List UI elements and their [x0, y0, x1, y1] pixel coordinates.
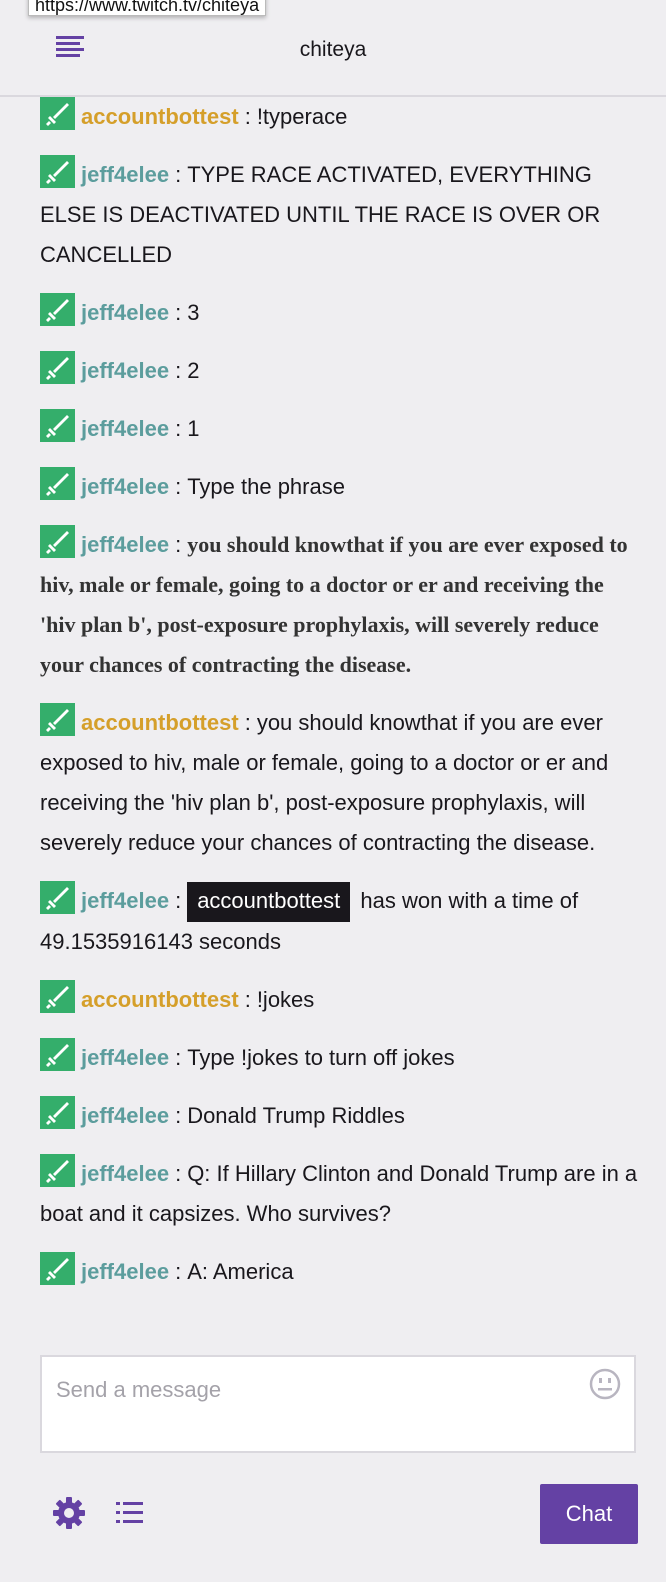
moderator-sword-icon[interactable] — [40, 881, 75, 914]
moderator-sword-icon[interactable] — [40, 467, 75, 500]
chat-input-container — [40, 1355, 636, 1453]
chat-message: jeff4elee: Type the phrase — [40, 467, 640, 507]
chat-username[interactable]: jeff4elee — [81, 416, 169, 441]
chat-colon: : — [244, 987, 251, 1012]
url-tooltip: https://www.twitch.tv/chiteya — [28, 0, 267, 16]
chat-message: jeff4elee: Donald Trump Riddles — [40, 1096, 640, 1136]
chat-message: jeff4elee: you should knowthat if you are… — [40, 525, 640, 685]
chat-send-button[interactable]: Chat — [540, 1484, 638, 1544]
chat-message: jeff4elee:1 — [40, 409, 640, 449]
chat-message: jeff4elee: TYPE RACE ACTIVATED, EVERYTHIN… — [40, 155, 640, 275]
chat-colon: : — [175, 358, 182, 383]
chat-input[interactable] — [42, 1357, 634, 1451]
moderator-sword-icon[interactable] — [40, 980, 75, 1013]
chat-colon: : — [175, 1103, 182, 1128]
chat-message: accountbottest: you should knowthat if yo… — [40, 703, 640, 863]
chat-username[interactable]: jeff4elee — [81, 1103, 169, 1128]
chat-message-text: Type the phrase — [187, 474, 345, 499]
gear-icon[interactable] — [52, 1496, 86, 1530]
chat-colon: : — [175, 416, 182, 441]
chat-username[interactable]: accountbottest — [81, 104, 239, 129]
moderator-sword-icon[interactable] — [40, 155, 75, 188]
channel-title: chiteya — [299, 38, 367, 61]
moderator-sword-icon[interactable] — [40, 293, 75, 326]
chat-mention[interactable]: accountbottest — [187, 882, 351, 922]
chat-colon: : — [175, 888, 182, 913]
chat-message: jeff4elee: accountbottest has won with a … — [40, 881, 640, 962]
chat-username[interactable]: jeff4elee — [81, 888, 169, 913]
moderator-sword-icon[interactable] — [40, 1096, 75, 1129]
emoji-face-icon[interactable] — [588, 1367, 622, 1401]
chat-colon: : — [175, 474, 182, 499]
chat-message-text: A: America — [187, 1259, 294, 1284]
chat-message-text: Type !jokes to turn off jokes — [187, 1045, 455, 1070]
chat-username[interactable]: jeff4elee — [81, 162, 169, 187]
chat-username[interactable]: jeff4elee — [81, 474, 169, 499]
moderator-sword-icon[interactable] — [40, 703, 75, 736]
moderator-sword-icon[interactable] — [40, 1038, 75, 1071]
chat-message-list[interactable]: accountbottest: !typerace jeff4elee: TYPE … — [40, 97, 640, 1355]
chat-username[interactable]: accountbottest — [81, 987, 239, 1012]
chat-colon: : — [244, 710, 251, 735]
chat-colon: : — [244, 104, 251, 129]
chat-colon: : — [175, 1161, 182, 1186]
chat-username[interactable]: jeff4elee — [81, 358, 169, 383]
chat-message: jeff4elee: Type !jokes to turn off jokes — [40, 1038, 640, 1078]
chat-username[interactable]: jeff4elee — [81, 300, 169, 325]
moderator-sword-icon[interactable] — [40, 409, 75, 442]
list-icon[interactable] — [116, 1500, 144, 1526]
chat-colon: : — [175, 1045, 182, 1070]
chat-username[interactable]: jeff4elee — [81, 1045, 169, 1070]
chat-colon: : — [175, 162, 182, 187]
chat-username[interactable]: jeff4elee — [81, 1161, 169, 1186]
chat-message: accountbottest: !typerace — [40, 97, 640, 137]
chat-username[interactable]: jeff4elee — [81, 1259, 169, 1284]
moderator-sword-icon[interactable] — [40, 1252, 75, 1285]
moderator-sword-icon[interactable] — [40, 97, 75, 130]
chat-message-text: 2 — [187, 358, 200, 383]
chat-colon: : — [175, 300, 182, 325]
chat-message-text: 1 — [187, 416, 200, 441]
chat-message-text: !jokes — [256, 987, 315, 1012]
chat-message: jeff4elee: A: America — [40, 1252, 640, 1292]
chat-message: accountbottest: !jokes — [40, 980, 640, 1020]
chat-message-text: !typerace — [256, 104, 348, 129]
chat-username[interactable]: accountbottest — [81, 710, 239, 735]
chat-colon: : — [175, 532, 182, 557]
moderator-sword-icon[interactable] — [40, 525, 75, 558]
chat-message-text: 3 — [187, 300, 200, 325]
moderator-sword-icon[interactable] — [40, 1154, 75, 1187]
chat-colon: : — [175, 1259, 182, 1284]
chat-username[interactable]: jeff4elee — [81, 532, 169, 557]
chat-message: jeff4elee: Q: If Hillary Clinton and Dona… — [40, 1154, 640, 1234]
moderator-sword-icon[interactable] — [40, 351, 75, 384]
chat-message-text: Donald Trump Riddles — [187, 1103, 405, 1128]
chat-message: jeff4elee:2 — [40, 351, 640, 391]
chat-message: jeff4elee:3 — [40, 293, 640, 333]
